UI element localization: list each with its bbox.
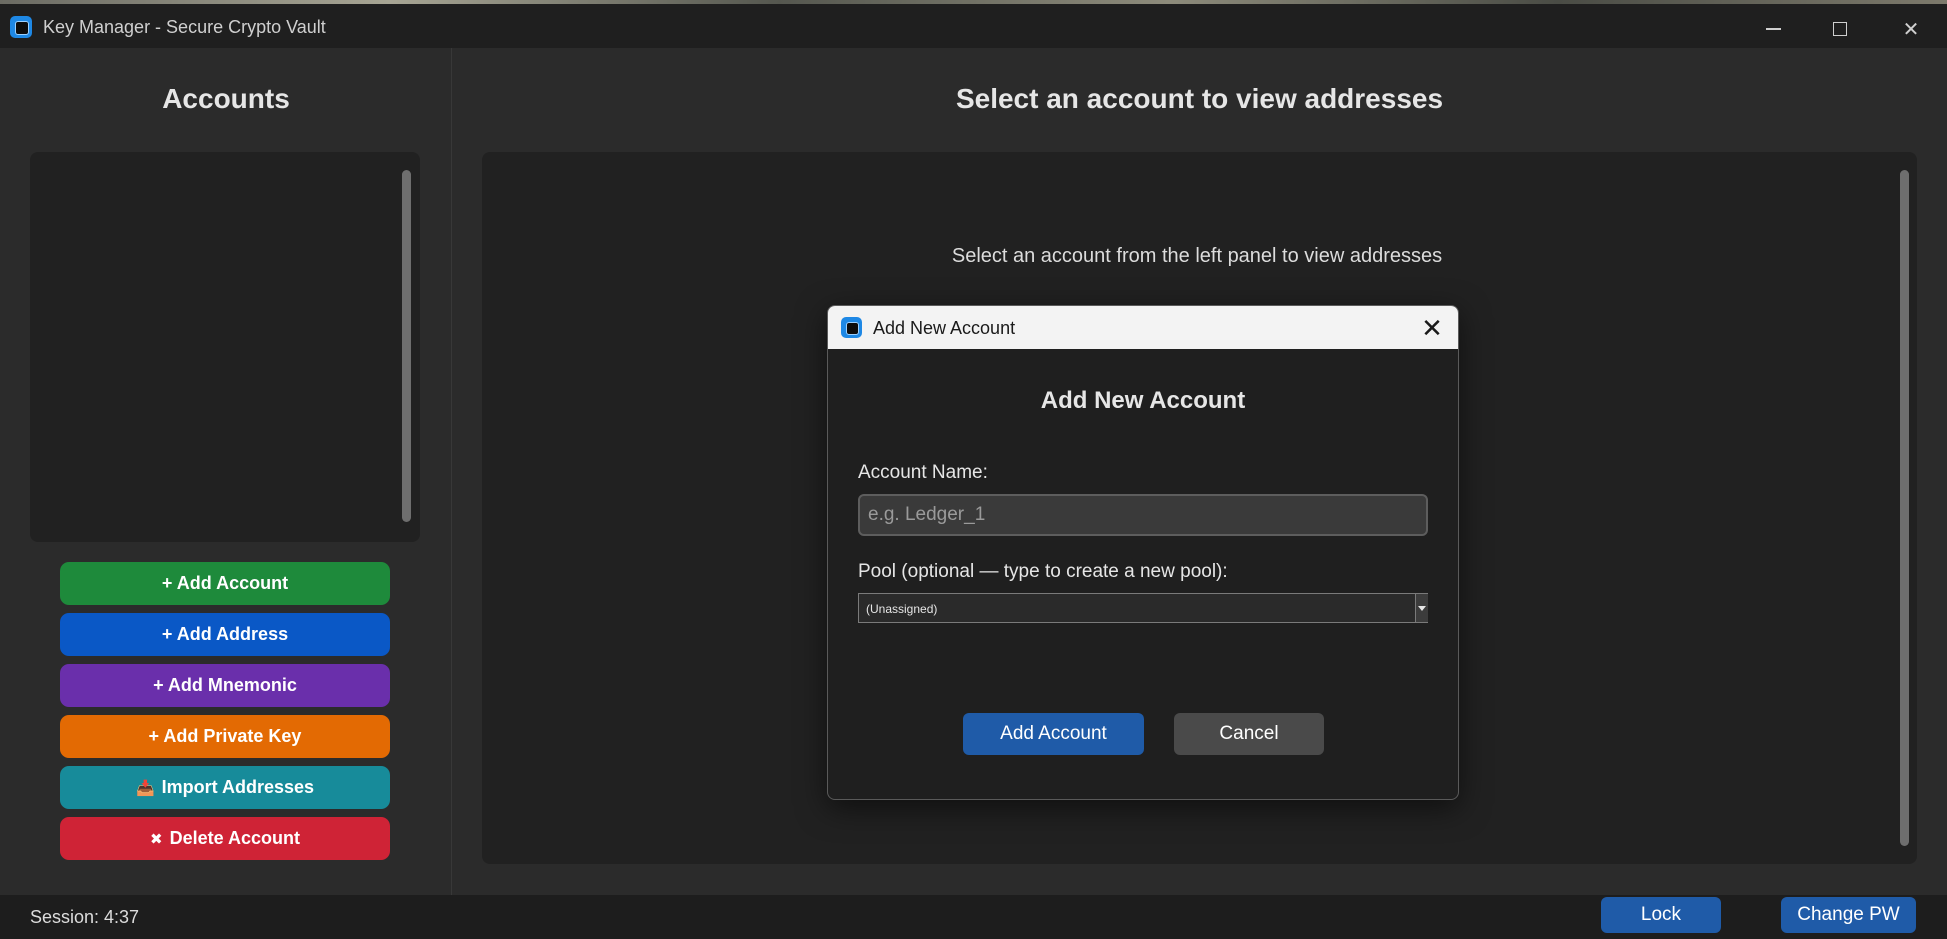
empty-state-hint: Select an account from the left panel to… bbox=[951, 245, 1443, 267]
sidebar-title: Accounts bbox=[162, 83, 290, 114]
pool-selected-value[interactable]: (Unassigned) bbox=[866, 602, 937, 616]
add-mnemonic-button[interactable]: + Add Mnemonic bbox=[60, 664, 390, 707]
add-private-key-button[interactable]: + Add Private Key bbox=[60, 715, 390, 758]
cross-mark-icon: ✖ bbox=[150, 830, 163, 848]
add-address-label: + Add Address bbox=[161, 624, 289, 644]
delete-account-label: Delete Account bbox=[169, 828, 300, 848]
minimize-button[interactable] bbox=[1745, 10, 1801, 48]
account-list-scrollbar[interactable] bbox=[402, 170, 411, 522]
app-logo-icon bbox=[10, 16, 32, 38]
account-list[interactable] bbox=[30, 152, 420, 542]
maximize-button[interactable] bbox=[1812, 10, 1868, 48]
addresses-scrollbar[interactable] bbox=[1900, 170, 1909, 846]
add-mnemonic-label: + Add Mnemonic bbox=[153, 675, 297, 695]
dialog-titlebar[interactable]: Add New Account ✕ bbox=[828, 306, 1458, 349]
accounts-sidebar: Accounts + Add Account + Add Address + A… bbox=[0, 48, 452, 895]
pool-label: Pool (optional — type to create a new po… bbox=[858, 561, 1228, 582]
delete-account-button[interactable]: ✖ Delete Account bbox=[60, 817, 390, 860]
change-password-button[interactable]: Change PW bbox=[1781, 897, 1916, 933]
account-name-input[interactable] bbox=[858, 494, 1428, 536]
add-account-button[interactable]: + Add Account bbox=[60, 562, 390, 605]
window-close-button[interactable]: ✕ bbox=[1883, 10, 1939, 48]
add-private-key-label: + Add Private Key bbox=[148, 726, 302, 746]
session-timer: Session: 4:37 bbox=[30, 907, 140, 927]
pool-combobox[interactable]: (Unassigned) bbox=[858, 593, 1428, 623]
inbox-tray-icon: 📥 bbox=[135, 779, 155, 797]
import-addresses-label: Import Addresses bbox=[161, 777, 315, 797]
import-addresses-button[interactable]: 📥 Import Addresses bbox=[60, 766, 390, 809]
dialog-close-button[interactable]: ✕ bbox=[1415, 311, 1449, 345]
lock-button[interactable]: Lock bbox=[1601, 897, 1721, 933]
window-title: Key Manager - Secure Crypto Vault bbox=[43, 17, 326, 37]
account-name-label: Account Name: bbox=[858, 462, 988, 483]
dialog-app-icon bbox=[841, 317, 862, 338]
add-account-label: + Add Account bbox=[161, 573, 289, 593]
chevron-down-icon[interactable] bbox=[1415, 594, 1428, 622]
dialog-add-account-button[interactable]: Add Account bbox=[963, 713, 1144, 755]
main-title: Select an account to view addresses bbox=[955, 83, 1444, 114]
status-bar: Session: 4:37 Lock Change PW bbox=[0, 895, 1947, 939]
add-account-dialog: Add New Account ✕ Add New Account Accoun… bbox=[827, 305, 1459, 800]
dialog-window-title: Add New Account bbox=[873, 318, 1016, 338]
add-address-button[interactable]: + Add Address bbox=[60, 613, 390, 656]
minimize-icon bbox=[1765, 28, 1781, 30]
window-titlebar[interactable]: Key Manager - Secure Crypto Vault ✕ bbox=[0, 4, 1947, 48]
maximize-icon bbox=[1833, 22, 1847, 36]
dialog-heading: Add New Account bbox=[1040, 387, 1246, 414]
dialog-cancel-button[interactable]: Cancel bbox=[1174, 713, 1324, 755]
